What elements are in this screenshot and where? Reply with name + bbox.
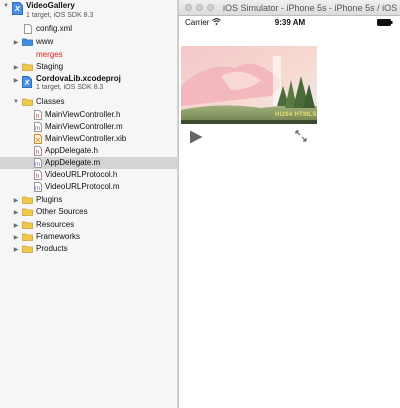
file-label: AppDelegate.m [45, 158, 101, 167]
file-label: VideoURLProtocol.m [45, 182, 120, 191]
group-resources[interactable]: ▶ Resources [0, 219, 178, 231]
svg-text:h: h [36, 150, 39, 156]
video-overlay-caption: HI264 HTMLS [275, 112, 317, 118]
header-file-icon: h [34, 170, 42, 180]
folder-icon [22, 233, 33, 241]
missing-item-merges[interactable]: merges [0, 49, 178, 61]
minimize-window-button[interactable] [196, 4, 203, 11]
group-label: Staging [36, 62, 64, 71]
subproject-subtitle: 1 target, iOS SDK 8.3 [36, 84, 104, 91]
simulator-titlebar[interactable]: iOS Simulator - iPhone 5s - iPhone 5s / … [179, 0, 400, 16]
simulator-window-title: iOS Simulator - iPhone 5s - iPhone 5s / … [223, 3, 399, 13]
subproject-cordovalib[interactable]: ▶ CordovaLib.xcodeproj 1 target, iOS SDK… [0, 74, 178, 94]
group-label: Classes [36, 97, 65, 106]
disclosure-collapsed-icon[interactable]: ▶ [12, 38, 20, 46]
disclosure-expanded-icon[interactable]: ▼ [2, 2, 10, 10]
file-config-xml[interactable]: config.xml [0, 23, 178, 35]
disclosure-collapsed-icon[interactable]: ▶ [12, 63, 20, 71]
xml-file-icon [24, 24, 32, 34]
close-window-button[interactable] [185, 4, 192, 11]
disclosure-collapsed-icon[interactable]: ▶ [12, 245, 20, 253]
ios-simulator-window: iOS Simulator - iPhone 5s - iPhone 5s / … [178, 0, 400, 408]
project-name: VideoGallery [26, 1, 75, 10]
subproject-name: CordovaLib.xcodeproj [36, 74, 121, 83]
svg-text:h: h [36, 174, 39, 180]
project-root[interactable]: ▼ VideoGallery 1 target, iOS SDK 8.3 [0, 0, 178, 22]
disclosure-collapsed-icon[interactable]: ▶ [12, 233, 20, 241]
svg-text:m: m [35, 126, 40, 132]
folder-icon [22, 98, 33, 106]
file-label: MainViewController.xib [45, 134, 127, 143]
fullscreen-icon[interactable] [295, 130, 307, 142]
project-subtitle: 1 target, iOS SDK 8.3 [26, 12, 94, 19]
implementation-file-icon: m [34, 122, 42, 132]
file-mainviewcontroller-xib[interactable]: MainViewController.xib [0, 133, 178, 145]
file-videourlprotocol-m[interactable]: m VideoURLProtocol.m [0, 181, 178, 193]
group-plugins[interactable]: ▶ Plugins [0, 194, 178, 206]
file-appdelegate-m[interactable]: m AppDelegate.m [0, 157, 178, 169]
folder-icon [22, 245, 33, 253]
battery-icon [377, 19, 393, 26]
project-navigator: ▼ VideoGallery 1 target, iOS SDK 8.3 con… [0, 0, 178, 408]
disclosure-collapsed-icon[interactable]: ▶ [12, 196, 20, 204]
disclosure-collapsed-icon[interactable]: ▶ [12, 221, 20, 229]
file-label: MainViewController.m [45, 122, 123, 131]
disclosure-collapsed-icon[interactable]: ▶ [12, 208, 20, 216]
file-label: AppDelegate.h [45, 146, 98, 155]
disclosure-expanded-icon[interactable]: ▼ [12, 98, 20, 106]
file-label: config.xml [36, 24, 73, 33]
folder-icon [22, 208, 33, 216]
implementation-file-icon: m [34, 158, 42, 168]
folder-icon [22, 221, 33, 229]
zoom-window-button[interactable] [207, 4, 214, 11]
xcodeproj-icon [12, 2, 23, 15]
group-classes[interactable]: ▼ Classes [0, 96, 178, 108]
file-label: MainViewController.h [45, 110, 121, 119]
group-label: Products [36, 244, 68, 253]
ios-status-bar: Carrier 9:39 AM [179, 16, 400, 30]
folder-icon [22, 196, 33, 204]
folder-www[interactable]: ▶ www [0, 36, 178, 48]
group-staging[interactable]: ▶ Staging [0, 61, 178, 73]
file-videourlprotocol-h[interactable]: h VideoURLProtocol.h [0, 169, 178, 181]
folder-icon [22, 63, 33, 71]
file-mainviewcontroller-h[interactable]: h MainViewController.h [0, 109, 178, 121]
svg-text:h: h [36, 114, 39, 120]
implementation-file-icon: m [34, 182, 42, 192]
blue-folder-icon [22, 38, 33, 46]
file-label: VideoURLProtocol.h [45, 170, 118, 179]
group-label: Resources [36, 220, 75, 229]
status-bar-time: 9:39 AM [274, 18, 306, 27]
file-appdelegate-h[interactable]: h AppDelegate.h [0, 145, 178, 157]
xib-file-icon [34, 134, 42, 144]
group-label: Frameworks [36, 232, 81, 241]
folder-label: www [36, 37, 54, 46]
header-file-icon: h [34, 146, 42, 156]
svg-text:m: m [35, 186, 40, 192]
missing-item-label: merges [36, 50, 63, 59]
file-mainviewcontroller-m[interactable]: m MainViewController.m [0, 121, 178, 133]
group-label: Other Sources [36, 207, 88, 216]
header-file-icon: h [34, 110, 42, 120]
disclosure-collapsed-icon[interactable]: ▶ [12, 76, 20, 84]
xcodeproj-icon [22, 76, 32, 88]
video-player-thumbnail[interactable]: HI264 HTMLS [181, 46, 317, 124]
play-icon[interactable] [189, 130, 203, 144]
group-label: Plugins [36, 195, 63, 204]
group-products[interactable]: ▶ Products [0, 243, 178, 255]
svg-text:m: m [35, 162, 40, 168]
group-frameworks[interactable]: ▶ Frameworks [0, 231, 178, 243]
group-other-sources[interactable]: ▶ Other Sources [0, 206, 178, 218]
